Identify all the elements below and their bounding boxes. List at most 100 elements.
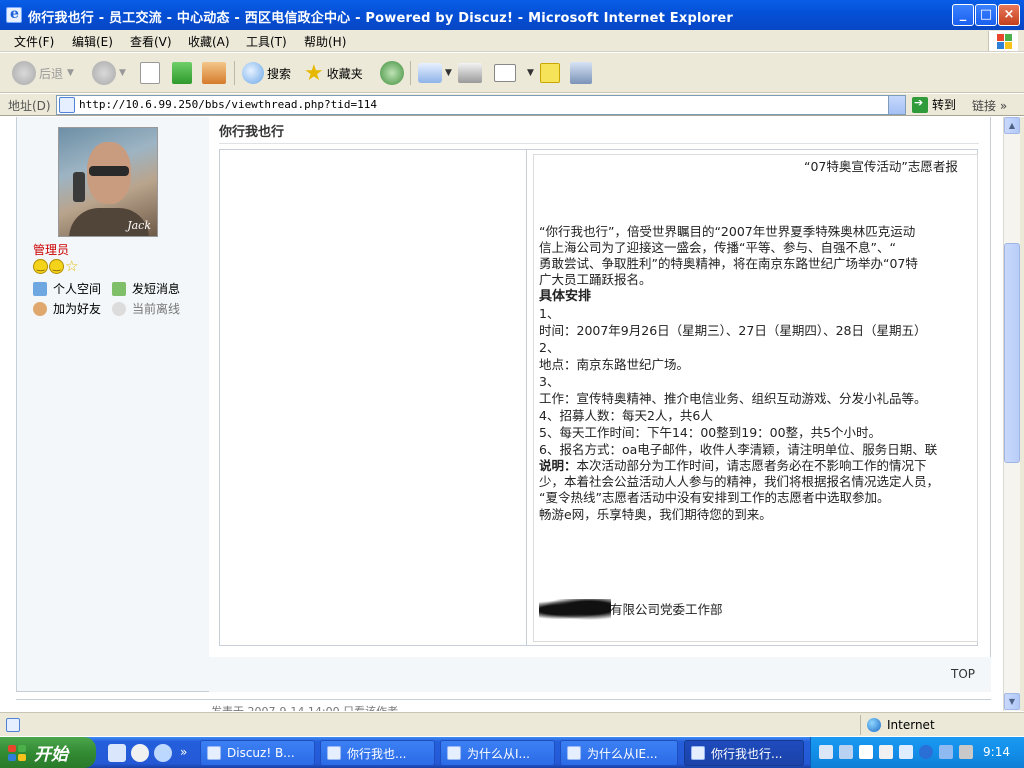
- taskbar-item[interactable]: Discuz! B...: [200, 740, 315, 766]
- address-bar: 地址(D) http://10.6.99.250/bbs/viewthread.…: [0, 94, 1024, 116]
- quicklaunch-more-icon[interactable]: »: [180, 745, 187, 759]
- menu-tools[interactable]: 工具(T): [246, 33, 287, 50]
- maximize-button[interactable]: □: [975, 4, 997, 26]
- edit-button[interactable]: ▼: [494, 59, 534, 87]
- post-section-title: 具体安排: [539, 289, 592, 304]
- post-line: 工作：宣传特奥精神、推介电信业务、组织互动游戏、分发小礼品等。: [539, 391, 927, 406]
- print-button[interactable]: [458, 59, 485, 87]
- ie-quicklaunch-icon[interactable]: [154, 744, 172, 762]
- star-icon: ★: [304, 60, 324, 86]
- post-line: 1、: [539, 306, 560, 321]
- post-line: 2、: [539, 340, 560, 355]
- thread-title: 你行我也行: [219, 125, 285, 140]
- post-blank-column: [219, 149, 527, 646]
- ie-icon: [6, 6, 22, 23]
- media-quicklaunch-icon[interactable]: [131, 744, 149, 762]
- ie-icon: [327, 746, 341, 760]
- stop-button[interactable]: [140, 59, 163, 87]
- add-friend-link[interactable]: 加为好友: [33, 300, 101, 317]
- menu-bar: 文件(F) 编辑(E) 查看(V) 收藏(A) 工具(T) 帮助(H): [0, 30, 1024, 52]
- user-add-icon: [33, 301, 47, 316]
- post-line: 6、报名方式：oa电子邮件，收件人李清颖，请注明单位、服务日期、联: [539, 442, 938, 457]
- taskbar-item[interactable]: 为什么从I...: [440, 740, 555, 766]
- menu-file[interactable]: 文件(F): [14, 33, 54, 50]
- refresh-icon: [172, 62, 192, 84]
- star-icon: ☆: [65, 257, 79, 275]
- go-arrow-icon: [912, 96, 928, 113]
- scroll-up-button[interactable]: ▲: [1004, 117, 1020, 134]
- search-button[interactable]: 搜索: [242, 59, 291, 87]
- refresh-button[interactable]: [172, 59, 195, 87]
- post-signoff: 有限公司党委工作部: [610, 602, 723, 617]
- keyboard-icon[interactable]: [819, 745, 833, 759]
- scroll-thumb[interactable]: [1004, 243, 1020, 463]
- chevron-down-icon: ▼: [67, 68, 74, 78]
- post-line: 3、: [539, 374, 560, 389]
- ime-tool-icon[interactable]: [879, 745, 893, 759]
- title-bar: 你行我也行 - 员工交流 - 中心动态 - 西区电信政企中心 - Powered…: [0, 0, 1024, 30]
- forward-button[interactable]: ▼: [92, 59, 126, 87]
- post-line: 少，本着社会公益活动人人参与的精神，我们将根据报名情况选定人员，: [539, 474, 940, 489]
- post-line: 畅游e网，乐享特奥，我们期待您的到来。: [539, 507, 772, 522]
- ie-icon: [207, 746, 221, 760]
- close-button[interactable]: ×: [998, 4, 1020, 26]
- favorites-button[interactable]: ★ 收藏夹: [304, 59, 363, 87]
- pen-icon[interactable]: [839, 745, 853, 759]
- ie-icon: [567, 746, 581, 760]
- volume-icon[interactable]: [959, 745, 973, 759]
- post-line: 信上海公司为了迎接这一盛会，传播“平等、参与、自强不息”、“: [539, 240, 896, 255]
- back-arrow-icon: [12, 61, 36, 85]
- taskbar-item[interactable]: 为什么从IE...: [560, 740, 678, 766]
- back-button[interactable]: 后退 ▼: [12, 59, 74, 87]
- post-line: 5、每天工作时间：下午14：00整到19：00整，共5个小时。: [539, 425, 882, 440]
- avatar[interactable]: Jack: [58, 127, 158, 237]
- menu-edit[interactable]: 编辑(E): [72, 33, 113, 50]
- menu-view[interactable]: 查看(V): [130, 33, 172, 50]
- post-line: “夏令热线”志愿者活动中没有安排到工作的志愿者中选取参加。: [539, 490, 890, 505]
- home-icon: [33, 281, 47, 296]
- mail-icon: [418, 63, 442, 83]
- clock: 9:14: [983, 745, 1010, 759]
- note-text: 本次活动部分为工作时间，请志愿者务必在不影响工作的情况下: [576, 458, 927, 473]
- chevron-down-icon: ▼: [527, 68, 534, 78]
- start-button[interactable]: 开始: [0, 737, 96, 768]
- post-line: 广大员工踊跃报名。: [539, 272, 652, 287]
- mail-button[interactable]: ▼: [418, 59, 452, 87]
- post-line: 4、招募人数：每天2人，共6人: [539, 408, 713, 423]
- research-button[interactable]: [570, 59, 595, 87]
- post-line: “你行我也行”，倍受世界瞩目的“2007年世界夏季特殊奥林匹克运动: [539, 224, 916, 239]
- taskbar: 开始 » Discuz! B... 你行我也... 为什么从I... 为什么从I…: [0, 737, 1024, 768]
- post-note: 说明：本次活动部分为工作时间，请志愿者务必在不影响工作的情况下: [539, 458, 927, 475]
- tray-expand-icon[interactable]: [919, 745, 933, 759]
- desktop-quicklaunch-icon[interactable]: [108, 744, 126, 762]
- globe-icon: [867, 718, 881, 732]
- forward-arrow-icon: [92, 61, 116, 85]
- note-icon: [540, 63, 560, 83]
- menu-help[interactable]: 帮助(H): [304, 33, 346, 50]
- minimize-button[interactable]: _: [952, 4, 974, 26]
- personal-space-link[interactable]: 个人空间: [33, 280, 101, 297]
- menu-favorites[interactable]: 收藏(A): [188, 33, 230, 50]
- ime-icon[interactable]: [859, 745, 873, 759]
- taskbar-item[interactable]: 你行我也...: [320, 740, 435, 766]
- address-input[interactable]: http://10.6.99.250/bbs/viewthread.php?ti…: [56, 95, 906, 115]
- notes-button[interactable]: [540, 59, 563, 87]
- taskbar-item-active[interactable]: 你行我也行...: [684, 740, 804, 766]
- links-button[interactable]: 链接 »: [972, 97, 1007, 114]
- page-icon: [59, 97, 75, 113]
- ime-toolbar-icon[interactable]: [899, 745, 913, 759]
- vertical-scrollbar[interactable]: ▲ ▼: [1003, 117, 1020, 711]
- user-rank: ☆: [33, 259, 78, 274]
- scroll-down-button[interactable]: ▼: [1004, 693, 1020, 710]
- chevron-down-icon: ▼: [445, 68, 452, 78]
- address-dropdown[interactable]: [888, 96, 905, 114]
- address-label: 地址(D): [8, 99, 51, 113]
- word-icon: [494, 64, 516, 82]
- network-icon[interactable]: [939, 745, 953, 759]
- search-icon: [242, 62, 264, 84]
- send-message-link[interactable]: 发短消息: [112, 280, 180, 297]
- history-button[interactable]: [380, 59, 407, 87]
- home-button[interactable]: [202, 59, 229, 87]
- top-link[interactable]: TOP: [951, 667, 975, 681]
- go-button[interactable]: 转到: [912, 96, 956, 113]
